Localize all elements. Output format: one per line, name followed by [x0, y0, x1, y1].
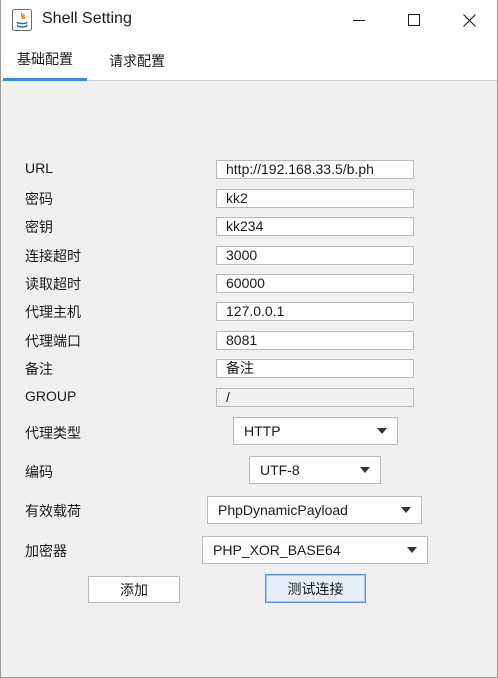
connect-timeout-input[interactable]: 3000 — [216, 246, 414, 265]
secret-key-label: 密钥 — [25, 219, 53, 235]
url-label: URL — [25, 160, 54, 176]
secret-key-input[interactable]: kk234 — [216, 217, 414, 236]
read-timeout-input[interactable]: 60000 — [216, 274, 414, 293]
tab-request-config[interactable]: 请求配置 — [95, 40, 179, 81]
select-value: PHP_XOR_BASE64 — [213, 542, 341, 558]
window-title: Shell Setting — [42, 10, 132, 27]
select-value: PhpDynamicPayload — [218, 502, 348, 518]
password-label: 密码 — [25, 191, 53, 207]
payload-select[interactable]: PhpDynamicPayload — [207, 496, 422, 524]
minimize-icon — [353, 20, 365, 21]
proxy-type-label: 代理类型 — [25, 425, 81, 441]
minimize-button[interactable] — [331, 0, 387, 40]
select-value: UTF-8 — [260, 462, 300, 478]
encryptor-select[interactable]: PHP_XOR_BASE64 — [202, 536, 428, 564]
url-input[interactable]: http://192.168.33.5/b.ph — [216, 160, 414, 179]
chevron-down-icon — [407, 547, 417, 553]
proxy-host-input[interactable]: 127.0.0.1 — [216, 302, 414, 321]
button-label: 添加 — [120, 582, 148, 599]
proxy-type-select[interactable]: HTTP — [233, 417, 398, 445]
tab-basic-config[interactable]: 基础配置 — [3, 40, 87, 81]
tab-label: 请求配置 — [109, 53, 165, 70]
connect-timeout-label: 连接超时 — [25, 248, 81, 264]
payload-label: 有效载荷 — [25, 503, 81, 519]
chevron-down-icon — [360, 467, 370, 473]
remark-input[interactable]: 备注 — [216, 359, 414, 378]
chevron-down-icon — [377, 428, 387, 434]
chevron-down-icon — [401, 507, 411, 513]
encryptor-label: 加密器 — [25, 543, 67, 559]
group-input: / — [216, 388, 414, 407]
proxy-port-label: 代理端口 — [25, 333, 81, 349]
maximize-icon — [408, 14, 420, 26]
tab-label: 基础配置 — [17, 52, 73, 68]
shell-setting-window: Shell Setting 基础配置 请求配置 URL http://192.1… — [0, 0, 498, 678]
title-bar: Shell Setting — [1, 0, 497, 40]
read-timeout-label: 读取超时 — [25, 276, 81, 292]
encoding-label: 编码 — [25, 464, 53, 480]
close-button[interactable] — [441, 0, 497, 40]
select-value: HTTP — [244, 423, 281, 439]
proxy-port-input[interactable]: 8081 — [216, 331, 414, 350]
encoding-select[interactable]: UTF-8 — [249, 456, 381, 484]
proxy-host-label: 代理主机 — [25, 304, 81, 320]
add-button[interactable]: 添加 — [88, 576, 180, 603]
java-app-icon — [12, 9, 32, 31]
test-connection-button[interactable]: 测试连接 — [265, 574, 366, 603]
group-label: GROUP — [25, 388, 77, 404]
close-icon — [462, 13, 476, 27]
remark-label: 备注 — [25, 361, 53, 377]
button-label: 测试连接 — [287, 581, 344, 598]
tab-bar: 基础配置 请求配置 — [1, 40, 497, 81]
password-input[interactable]: kk2 — [216, 189, 414, 208]
maximize-button[interactable] — [386, 0, 442, 40]
